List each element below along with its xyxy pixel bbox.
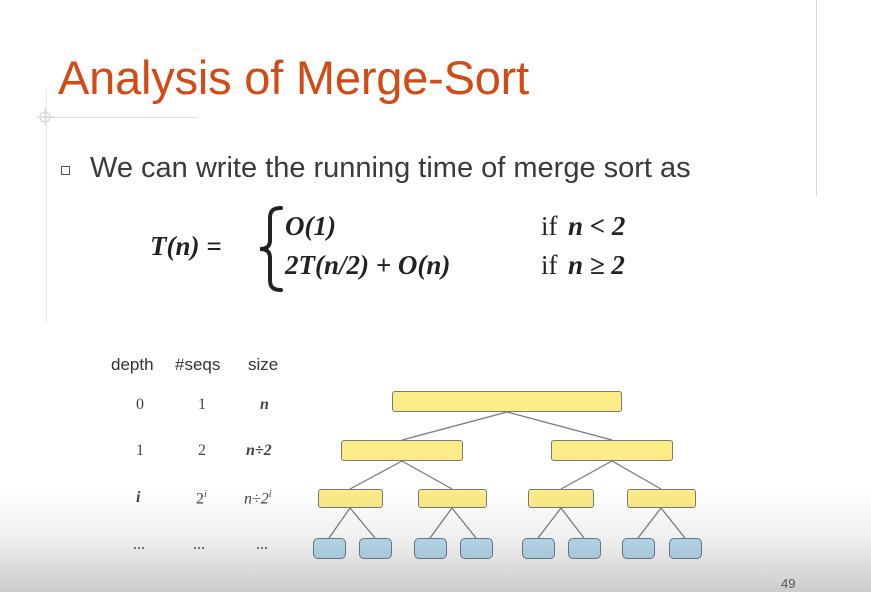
tree-node — [528, 489, 594, 508]
tree-node — [318, 489, 383, 508]
tree-leaf — [460, 538, 493, 559]
page-number: 49 — [781, 576, 796, 591]
tree-leaf — [568, 538, 601, 559]
tree-node — [418, 489, 487, 508]
tree-node — [341, 440, 463, 461]
slide: Analysis of Merge-Sort We can write the … — [0, 0, 871, 592]
tree-leaf — [313, 538, 346, 559]
tree-leaf — [622, 538, 655, 559]
tree-node — [551, 440, 673, 461]
tree-leaf — [669, 538, 702, 559]
tree-leaf — [414, 538, 447, 559]
tree-leaf — [359, 538, 392, 559]
tree-node — [627, 489, 696, 508]
tree-node-root — [392, 391, 622, 412]
tree-leaf — [522, 538, 555, 559]
